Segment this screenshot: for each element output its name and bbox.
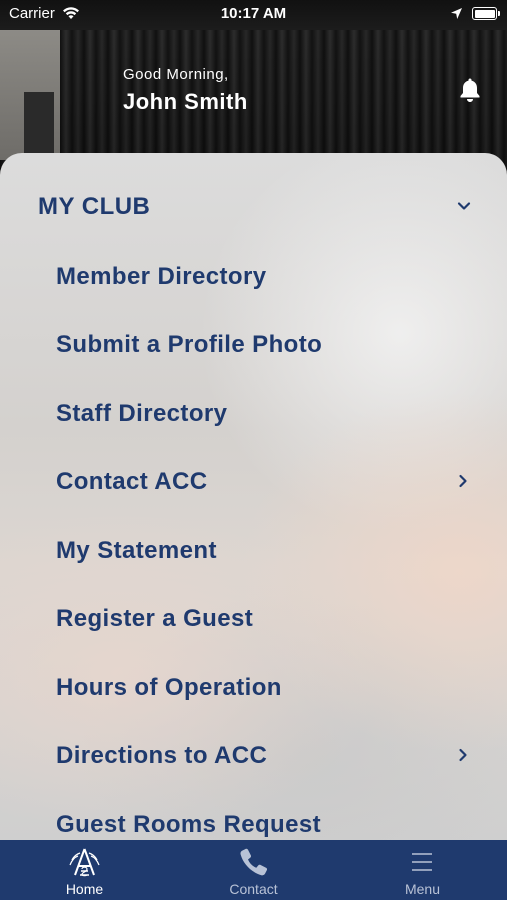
tab-bar: Home Contact Menu xyxy=(0,840,507,900)
hero-doorway xyxy=(24,92,54,162)
section-title: MY CLUB xyxy=(38,193,151,220)
chevron-down-icon xyxy=(457,202,471,210)
location-arrow-icon xyxy=(451,8,462,19)
tab-menu[interactable]: Menu xyxy=(338,840,507,900)
greeting-text: Good Morning, xyxy=(123,66,229,83)
tab-label: Home xyxy=(65,881,104,897)
hamburger-menu-icon xyxy=(412,853,432,871)
user-name: John Smith xyxy=(123,89,248,114)
menu-panel: MY CLUB Member Directory Submit a Profil… xyxy=(0,153,507,840)
chevron-right-icon xyxy=(459,748,467,762)
menu-item-hours-of-operation[interactable]: Hours of Operation xyxy=(0,652,507,720)
menu-item-label: Hours of Operation xyxy=(56,674,282,701)
menu-item-label: Contact ACC xyxy=(56,468,208,495)
menu-item-label: Staff Directory xyxy=(56,400,228,427)
status-bar: Carrier 10:17 AM xyxy=(0,0,507,28)
menu-item-submit-profile-photo[interactable]: Submit a Profile Photo xyxy=(0,309,507,377)
menu-item-register-guest[interactable]: Register a Guest xyxy=(0,583,507,651)
tab-label: Contact xyxy=(229,881,278,897)
menu-item-label: Guest Rooms Request xyxy=(56,811,321,838)
menu-item-staff-directory[interactable]: Staff Directory xyxy=(0,378,507,446)
menu-item-label: My Statement xyxy=(56,537,217,564)
club-logo-icon xyxy=(69,848,100,877)
menu-item-label: Directions to ACC xyxy=(56,742,268,769)
phone-icon xyxy=(240,848,268,876)
clock: 10:17 AM xyxy=(220,5,287,22)
bell-icon[interactable] xyxy=(458,77,482,103)
menu-item-label: Member Directory xyxy=(56,263,267,290)
tab-home[interactable]: Home xyxy=(0,840,169,900)
menu-item-member-directory[interactable]: Member Directory xyxy=(0,241,507,309)
menu-item-label: Submit a Profile Photo xyxy=(56,331,323,358)
battery-icon xyxy=(472,7,500,20)
tab-contact[interactable]: Contact xyxy=(169,840,338,900)
menu-item-my-statement[interactable]: My Statement xyxy=(0,515,507,583)
hero-wall xyxy=(0,30,60,162)
greeting: Good Morning, John Smith xyxy=(123,66,248,115)
tab-label: Menu xyxy=(404,881,441,897)
menu-item-contact-acc[interactable]: Contact ACC xyxy=(0,446,507,514)
menu-item-guest-rooms-request[interactable]: Guest Rooms Request xyxy=(0,789,507,840)
menu-item-directions-to-acc[interactable]: Directions to ACC xyxy=(0,720,507,788)
menu-item-label: Register a Guest xyxy=(56,605,254,632)
chevron-right-icon xyxy=(459,474,467,488)
